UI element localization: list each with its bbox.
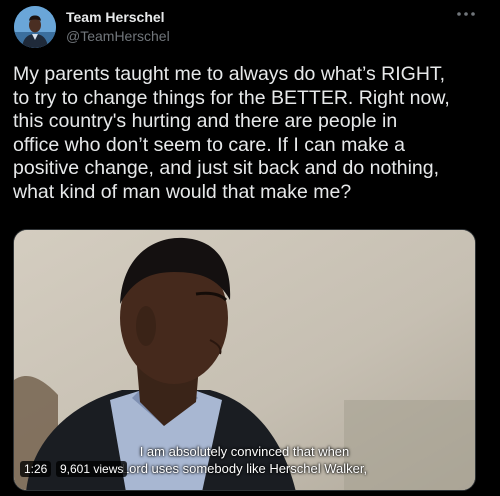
more-options-button[interactable] (452, 4, 480, 24)
more-horizontal-icon (457, 12, 475, 16)
avatar[interactable] (14, 6, 56, 48)
author-handle[interactable]: @TeamHerschel (66, 28, 170, 44)
video-duration-badge: 1:26 (20, 461, 52, 477)
video-player[interactable]: I am absolutely convinced that when Lord… (13, 229, 476, 491)
video-caption-line-1: I am absolutely convinced that when (139, 444, 350, 459)
tweet-text: My parents taught me to always do what’s… (13, 63, 450, 203)
author-display-name[interactable]: Team Herschel (66, 9, 165, 25)
tweet-card: Team Herschel @TeamHerschel My parents t… (0, 0, 500, 496)
video-views-badge: 9,601 views (56, 461, 128, 477)
profile-photo-icon (14, 6, 56, 48)
